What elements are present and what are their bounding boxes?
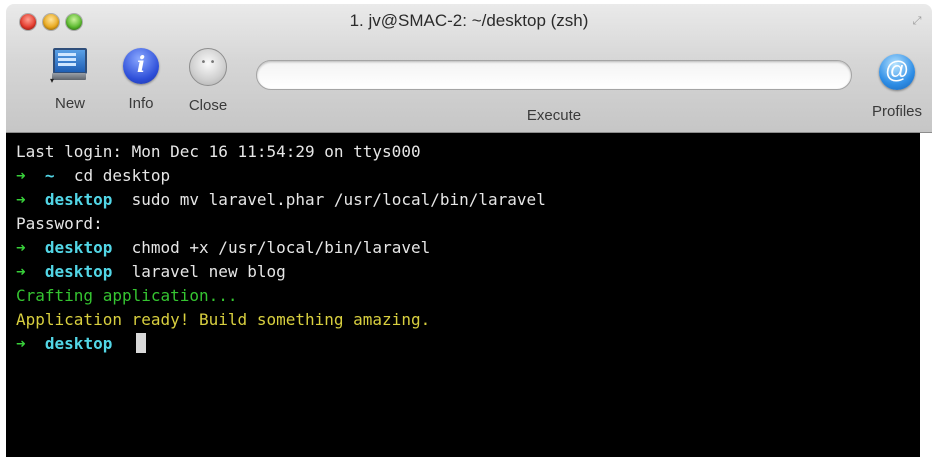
window-chrome: 1. jv@SMAC-2: ~/desktop (zsh) ⤢ ▾ New i …	[6, 4, 932, 133]
profiles-button[interactable]: @ Profiles	[866, 54, 928, 120]
new-button[interactable]: ▾ New	[40, 48, 100, 112]
prompt-arrow-icon: ➜	[16, 166, 26, 185]
close-icon	[189, 48, 227, 86]
prompt-arrow-icon: ➜	[16, 334, 26, 353]
prompt-dir: desktop	[44, 334, 113, 353]
info-button[interactable]: i Info	[111, 48, 171, 112]
prompt-dir: desktop	[44, 262, 113, 281]
new-terminal-icon: ▾	[50, 48, 88, 85]
command-text: chmod +x /usr/local/bin/laravel	[131, 238, 431, 257]
command-text: laravel new blog	[131, 262, 286, 281]
prompt-arrow-icon: ➜	[16, 238, 26, 257]
fullscreen-icon[interactable]: ⤢	[910, 14, 924, 28]
command-line-4: ➜ desktop laravel new blog	[16, 260, 286, 284]
close-button[interactable]: Close	[178, 48, 238, 114]
command-line-1: ➜ ~ cd desktop	[16, 164, 170, 188]
profiles-label: Profiles	[871, 103, 923, 120]
close-label: Close	[188, 97, 228, 114]
output-ready: Application ready! Build something amazi…	[16, 310, 431, 329]
command-text: cd desktop	[73, 166, 171, 185]
password-line: Password:	[16, 214, 103, 233]
output-crafting: Crafting application...	[16, 286, 238, 305]
prompt-arrow-icon: ➜	[16, 190, 26, 209]
window-title: 1. jv@SMAC-2: ~/desktop (zsh)	[349, 11, 589, 30]
command-text: sudo mv laravel.phar /usr/local/bin/lara…	[131, 190, 546, 209]
terminal-output[interactable]: Last login: Mon Dec 16 11:54:29 on ttys0…	[6, 133, 920, 457]
prompt-dir: desktop	[44, 190, 113, 209]
info-icon: i	[123, 48, 159, 84]
execute-label: Execute	[526, 107, 582, 124]
terminal-window: 1. jv@SMAC-2: ~/desktop (zsh) ⤢ ▾ New i …	[0, 0, 935, 457]
command-line-3: ➜ desktop chmod +x /usr/local/bin/larave…	[16, 236, 430, 260]
prompt-arrow-icon: ➜	[16, 262, 26, 281]
new-label: New	[54, 95, 85, 112]
info-label: Info	[128, 95, 154, 112]
last-login-line: Last login: Mon Dec 16 11:54:29 on ttys0…	[16, 142, 421, 161]
prompt-dir: desktop	[44, 238, 113, 257]
command-line-5: ➜ desktop	[16, 332, 146, 356]
command-line-2: ➜ desktop sudo mv laravel.phar /usr/loca…	[16, 188, 546, 212]
profiles-at-icon: @	[879, 54, 915, 90]
prompt-dir: ~	[44, 166, 55, 185]
text-cursor	[135, 333, 146, 353]
execute-input[interactable]	[256, 60, 852, 90]
